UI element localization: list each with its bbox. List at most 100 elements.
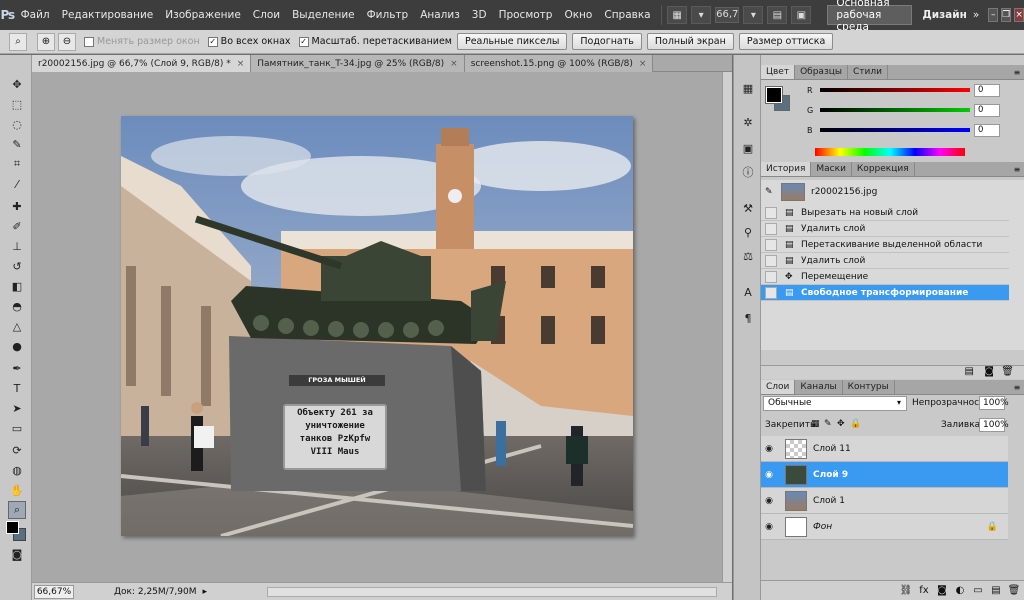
menu-window[interactable]: Окно bbox=[558, 9, 598, 21]
tab-masks[interactable]: Маски bbox=[811, 162, 852, 176]
chevron-down-icon[interactable]: ▾ bbox=[897, 398, 901, 407]
menu-analysis[interactable]: Анализ bbox=[414, 9, 466, 21]
zoom-tool-icon[interactable]: ⌕ bbox=[9, 32, 27, 51]
actual-pixels-button[interactable]: Реальные пикселы bbox=[456, 33, 568, 50]
panel-menu-icon[interactable]: ≡ bbox=[1010, 162, 1024, 176]
history-item-selected[interactable]: ▤ Свободное трансформирование bbox=[761, 285, 1009, 301]
menu-image[interactable]: Изображение bbox=[159, 9, 247, 21]
panel-menu-icon[interactable]: ≡ bbox=[1010, 380, 1024, 394]
eye-icon[interactable]: ◉ bbox=[761, 522, 777, 532]
eye-icon[interactable]: ◉ bbox=[761, 496, 777, 506]
lasso-tool-icon[interactable]: ◌ bbox=[8, 115, 26, 133]
zoom-out-icon[interactable]: ⊖ bbox=[58, 32, 76, 51]
history-item[interactable]: ▤ Удалить слой bbox=[761, 253, 1009, 269]
snapshot-camera-icon[interactable]: ◙ bbox=[984, 366, 994, 377]
minimize-icon[interactable]: – bbox=[988, 8, 999, 22]
layer-style-icon[interactable]: fx bbox=[916, 585, 932, 596]
resize-windows-checkbox[interactable]: Менять размер окон bbox=[84, 36, 200, 47]
screen-mode-icon[interactable]: ▣ bbox=[791, 6, 812, 24]
history-source-checkbox[interactable] bbox=[765, 238, 777, 251]
trash-icon[interactable]: 🗑 bbox=[1006, 585, 1022, 596]
green-slider[interactable]: G 0 bbox=[807, 103, 1007, 117]
history-item[interactable]: ▤ Вырезать на новый слой bbox=[761, 205, 1009, 221]
horizontal-scrollbar[interactable] bbox=[267, 586, 718, 597]
adjustment-layer-icon[interactable]: ◐ bbox=[952, 585, 968, 596]
all-windows-checkbox[interactable]: ✓ Во всех окнах bbox=[207, 36, 291, 47]
document-image[interactable]: ГРОЗА МЫШЕЙ Объекту 261 за уничтожение т… bbox=[121, 116, 633, 536]
red-gradient[interactable] bbox=[820, 88, 970, 92]
red-slider[interactable]: R 0 bbox=[807, 83, 1007, 97]
move-tool-icon[interactable]: ✥ bbox=[8, 75, 26, 93]
healing-brush-tool-icon[interactable]: ✚ bbox=[8, 197, 26, 215]
history-source-checkbox[interactable] bbox=[765, 286, 777, 299]
fit-screen-button[interactable]: Подогнать bbox=[572, 33, 642, 50]
paragraph-icon[interactable]: ¶ bbox=[739, 309, 757, 327]
history-source-checkbox[interactable] bbox=[765, 206, 777, 219]
green-value-field[interactable]: 0 bbox=[974, 103, 1000, 117]
tab-channels[interactable]: Каналы bbox=[795, 380, 843, 394]
red-value-field[interactable]: 0 bbox=[974, 83, 1000, 97]
character-icon[interactable]: A bbox=[739, 283, 757, 301]
blue-value-field[interactable]: 0 bbox=[974, 123, 1000, 137]
brush-presets-icon[interactable]: ⚒ bbox=[739, 199, 757, 217]
mini-bridge-icon[interactable]: ▦ bbox=[739, 79, 757, 97]
lock-position-icon[interactable]: ✥ bbox=[837, 419, 845, 429]
dodge-tool-icon[interactable]: ● bbox=[8, 337, 26, 355]
menu-select[interactable]: Выделение bbox=[286, 9, 361, 21]
layer-row[interactable]: ◉ Слой 11 bbox=[761, 436, 1008, 462]
history-source-checkbox[interactable] bbox=[765, 270, 777, 283]
3d-rotate-tool-icon[interactable]: ⟳ bbox=[8, 441, 26, 459]
tab-document-3[interactable]: screenshot.15.png @ 100% (RGB/8) × bbox=[464, 55, 654, 72]
history-brush-tool-icon[interactable]: ↺ bbox=[8, 257, 26, 275]
tab-styles[interactable]: Стили bbox=[848, 65, 888, 79]
path-select-tool-icon[interactable]: ➤ bbox=[8, 399, 26, 417]
opacity-field[interactable]: 100% bbox=[979, 396, 1009, 410]
layer-row-selected[interactable]: ◉ Слой 9 bbox=[761, 462, 1008, 488]
menu-layer[interactable]: Слои bbox=[247, 9, 286, 21]
color-spectrum-bar[interactable] bbox=[815, 148, 965, 156]
fill-field[interactable]: 100% bbox=[979, 418, 1009, 432]
shape-tool-icon[interactable]: ▭ bbox=[8, 419, 26, 437]
zoom-percent-field[interactable]: 66,67% bbox=[34, 584, 74, 599]
quick-select-tool-icon[interactable]: ✎ bbox=[8, 135, 26, 153]
menu-filter[interactable]: Фильтр bbox=[361, 9, 415, 21]
menu-file[interactable]: Файл bbox=[15, 9, 56, 21]
marquee-tool-icon[interactable]: ⬚ bbox=[8, 95, 26, 113]
history-item[interactable]: ▤ Удалить слой bbox=[761, 221, 1009, 237]
new-document-icon[interactable]: ▤ bbox=[965, 366, 974, 377]
blue-slider[interactable]: B 0 bbox=[807, 123, 1007, 137]
foreground-color-swatch[interactable] bbox=[765, 86, 783, 104]
vertical-scrollbar[interactable] bbox=[722, 72, 732, 582]
type-tool-icon[interactable]: T bbox=[8, 379, 26, 397]
clone-source-icon[interactable]: ⚲ bbox=[739, 223, 757, 241]
link-layers-icon[interactable]: ⛓ bbox=[898, 585, 914, 596]
blend-mode-select[interactable]: Обычные bbox=[763, 396, 907, 411]
trash-icon[interactable]: 🗑 bbox=[1001, 366, 1014, 377]
print-size-button[interactable]: Размер оттиска bbox=[738, 33, 834, 50]
blur-tool-icon[interactable]: △ bbox=[8, 317, 26, 335]
close-icon[interactable]: × bbox=[450, 59, 458, 69]
new-layer-icon[interactable]: ▤ bbox=[988, 585, 1004, 596]
history-source-checkbox[interactable] bbox=[765, 222, 777, 235]
info-icon[interactable]: ⓘ bbox=[739, 163, 757, 181]
more-workspaces-icon[interactable]: » bbox=[967, 9, 985, 21]
eye-icon[interactable]: ◉ bbox=[761, 470, 777, 480]
status-menu-icon[interactable]: ▸ bbox=[203, 587, 208, 597]
tab-document-1[interactable]: r20002156.jpg @ 66,7% (Слой 9, RGB/8) * … bbox=[32, 55, 252, 72]
history-item[interactable]: ✥ Перемещение bbox=[761, 269, 1009, 285]
panel-menu-icon[interactable]: ≡ bbox=[1010, 65, 1024, 79]
bridge-icon[interactable]: ▦ bbox=[667, 6, 688, 24]
close-icon[interactable]: × bbox=[1014, 8, 1024, 22]
lock-pixels-icon[interactable]: ✎ bbox=[824, 419, 832, 429]
design-workspace-link[interactable]: Дизайн bbox=[922, 9, 967, 21]
layer-row[interactable]: ◉ Слой 1 bbox=[761, 488, 1008, 514]
brush-source-icon[interactable]: ✎ bbox=[765, 187, 773, 197]
history-item[interactable]: ▤ Перетаскивание выделенной области bbox=[761, 237, 1009, 253]
quick-mask-icon[interactable]: ◙ bbox=[8, 545, 26, 563]
menu-edit[interactable]: Редактирование bbox=[56, 9, 160, 21]
paint-bucket-tool-icon[interactable]: ◓ bbox=[8, 297, 26, 315]
navigator-icon[interactable]: ▣ bbox=[739, 139, 757, 157]
add-mask-icon[interactable]: ◙ bbox=[934, 585, 950, 596]
zoom-in-icon[interactable]: ⊕ bbox=[37, 32, 55, 51]
close-icon[interactable]: × bbox=[639, 59, 647, 69]
